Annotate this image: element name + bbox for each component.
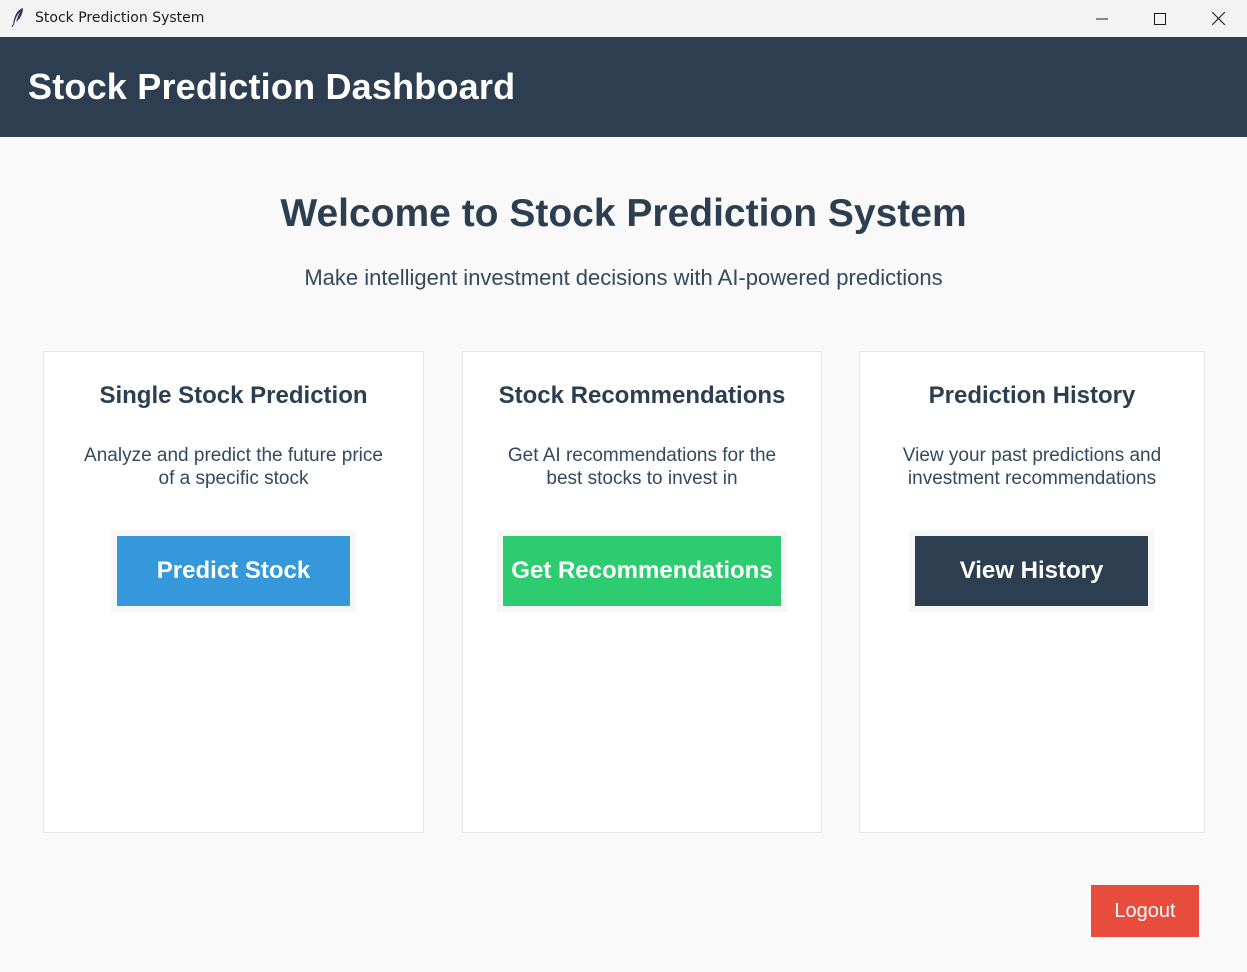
minimize-icon: [1096, 18, 1108, 19]
button-frame: Get Recommendations: [497, 530, 787, 612]
app-window: Stock Prediction System Stock Prediction…: [0, 0, 1247, 972]
button-frame: Predict Stock: [111, 530, 356, 612]
button-frame: View History: [909, 530, 1154, 612]
maximize-icon: [1154, 12, 1166, 25]
title-bar: Stock Prediction System: [0, 0, 1247, 37]
card-description: Get AI recommendations for the best stoc…: [507, 445, 777, 489]
dashboard-header: Stock Prediction Dashboard: [0, 37, 1247, 137]
card-single-stock-prediction: Single Stock Prediction Analyze and pred…: [43, 351, 424, 833]
welcome-title: Welcome to Stock Prediction System: [280, 192, 967, 235]
feather-icon: [11, 7, 25, 28]
card-description: View your past predictions and investmen…: [902, 445, 1162, 489]
card-title: Single Stock Prediction: [99, 382, 368, 409]
welcome-tagline: Make intelligent investment decisions wi…: [304, 265, 943, 290]
header-title: Stock Prediction Dashboard: [28, 66, 516, 107]
card-prediction-history: Prediction History View your past predic…: [859, 351, 1205, 833]
window-title: Stock Prediction System: [35, 10, 205, 26]
view-history-button[interactable]: View History: [915, 536, 1148, 606]
maximize-button[interactable]: [1131, 0, 1189, 37]
card-stock-recommendations: Stock Recommendations Get AI recommendat…: [462, 351, 822, 833]
minimize-button[interactable]: [1073, 0, 1131, 37]
logout-button[interactable]: Logout: [1091, 885, 1199, 937]
close-button[interactable]: [1189, 0, 1247, 37]
card-description: Analyze and predict the future price of …: [84, 445, 383, 489]
get-recommendations-button[interactable]: Get Recommendations: [503, 536, 781, 606]
predict-stock-button[interactable]: Predict Stock: [117, 536, 350, 606]
card-title: Prediction History: [928, 382, 1136, 409]
card-title: Stock Recommendations: [498, 382, 786, 409]
close-icon: [1211, 12, 1225, 25]
